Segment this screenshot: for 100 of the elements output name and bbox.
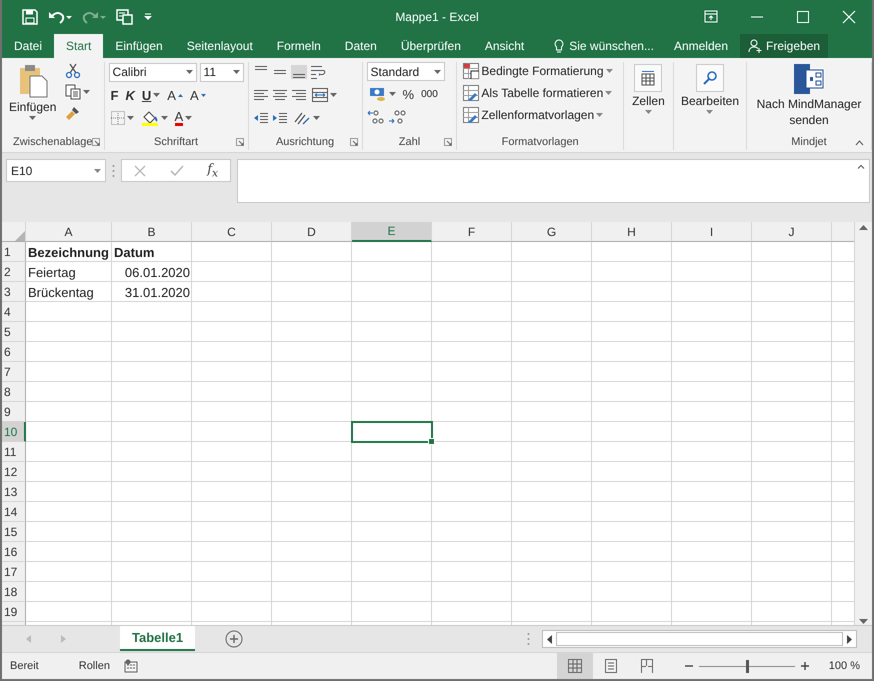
increase-indent-icon[interactable] (272, 111, 288, 125)
italic-button[interactable]: K (123, 86, 137, 104)
row-header[interactable]: 10 (2, 422, 26, 442)
bold-button[interactable]: F (108, 86, 120, 104)
ribbon-tab[interactable]: Einfügen (103, 34, 175, 58)
row-header[interactable]: 9 (2, 402, 26, 422)
column-header[interactable]: A (26, 222, 112, 242)
style-menu-button[interactable]: Bedingte Formatierung (461, 62, 614, 80)
row-header[interactable]: 16 (2, 542, 26, 562)
row-header[interactable]: 8 (2, 382, 26, 402)
row-header[interactable]: 13 (2, 482, 26, 502)
caret-icon[interactable] (330, 93, 337, 97)
table-cell[interactable]: 31.01.2020 (112, 282, 192, 302)
dialog-launcher-icon[interactable] (350, 138, 358, 146)
font-size-dropdown[interactable]: 11 (200, 62, 244, 82)
caret-icon[interactable] (312, 116, 320, 120)
collapse-ribbon-icon[interactable] (855, 140, 864, 146)
caret-icon[interactable] (605, 91, 612, 95)
caret-icon[interactable] (232, 70, 240, 74)
scroll-left-icon[interactable] (546, 634, 552, 644)
dialog-launcher-icon[interactable] (92, 138, 100, 146)
zoom-slider-thumb[interactable] (746, 660, 749, 672)
find-button[interactable]: Bearbeiten (678, 62, 742, 134)
ribbon-tab[interactable]: Seitenlayout (174, 34, 265, 58)
font-name-dropdown[interactable]: Calibri (108, 62, 197, 82)
expand-caret-icon[interactable] (857, 164, 865, 169)
sign-in-link[interactable]: Anmelden (664, 34, 738, 58)
row-header[interactable]: 14 (2, 502, 26, 522)
column-header[interactable]: J (752, 222, 832, 242)
ribbon-tab[interactable]: Datei (2, 34, 54, 58)
row-header[interactable]: 11 (2, 442, 26, 462)
cells-button[interactable]: Zellen (629, 62, 668, 134)
drag-dots-icon[interactable] (112, 164, 115, 178)
column-header[interactable]: I (672, 222, 752, 242)
name-box[interactable]: E10 (6, 159, 106, 182)
column-header[interactable]: C (192, 222, 272, 242)
table-cell[interactable]: Bezeichnung (26, 242, 112, 262)
font-color-button[interactable]: A (172, 110, 194, 126)
view-button[interactable] (556, 653, 593, 679)
close-icon[interactable] (842, 10, 856, 24)
ribbon-tab[interactable]: Daten (332, 34, 389, 58)
save-icon[interactable] (22, 9, 38, 25)
formula-input[interactable] (237, 159, 870, 203)
align-left-icon[interactable] (252, 88, 269, 102)
decrease-decimal-icon[interactable] (388, 109, 406, 125)
column-header[interactable]: E (352, 222, 432, 242)
undo-icon[interactable] (48, 9, 72, 25)
ribbon-display-icon[interactable] (704, 10, 718, 24)
caret-icon[interactable] (29, 116, 36, 120)
row-header[interactable]: 5 (2, 322, 26, 342)
scroll-up-icon[interactable] (859, 224, 868, 230)
align-right-icon[interactable] (290, 88, 307, 102)
row-header[interactable]: 3 (2, 282, 26, 302)
grow-font-button[interactable]: A (165, 86, 185, 104)
zoom-in-icon[interactable] (800, 662, 809, 670)
ribbon-tab[interactable]: Start (54, 34, 104, 58)
selected-cell[interactable] (352, 422, 432, 442)
table-cell[interactable]: Datum (112, 242, 192, 262)
style-menu-button[interactable]: Als Tabelle formatieren (461, 84, 614, 102)
horizontal-scrollbar[interactable] (542, 630, 857, 648)
scroll-right-icon[interactable] (847, 634, 853, 644)
wrap-text-icon[interactable] (310, 65, 326, 79)
row-header[interactable]: 2 (2, 262, 26, 282)
sheet-tab[interactable]: Tabelle1 (120, 626, 196, 650)
caret-icon[interactable] (644, 110, 652, 114)
dialog-launcher-icon[interactable] (236, 138, 244, 146)
record-macro-icon[interactable] (124, 659, 138, 673)
thousands-separator-button[interactable]: 000 (419, 88, 440, 100)
column-header[interactable]: F (432, 222, 512, 242)
table-cell[interactable]: Feiertag (26, 262, 112, 282)
caret-icon[interactable] (606, 69, 612, 73)
caret-icon[interactable] (388, 92, 396, 96)
split-dots-icon[interactable] (527, 632, 530, 646)
row-header[interactable]: 12 (2, 462, 26, 482)
caret-icon[interactable] (83, 90, 90, 94)
row-header[interactable]: 7 (2, 362, 26, 382)
touch-mode-icon[interactable] (116, 9, 134, 25)
column-header[interactable]: D (272, 222, 352, 242)
row-header[interactable]: 4 (2, 302, 26, 322)
merge-button[interactable] (310, 87, 339, 103)
new-sheet-icon[interactable] (225, 630, 244, 648)
copy-button[interactable] (63, 83, 92, 101)
maximize-icon[interactable] (796, 10, 810, 24)
send-to-mindmanager-button[interactable]: Nach MindManager senden (751, 62, 867, 134)
caret-icon[interactable] (706, 110, 714, 114)
table-cell[interactable]: Brückentag (26, 282, 112, 302)
column-header[interactable]: G (512, 222, 592, 242)
tell-me-field[interactable]: Sie wünschen... (544, 34, 664, 58)
percent-button[interactable]: % (400, 86, 416, 102)
style-menu-button[interactable]: Zellenformatvorlagen (461, 106, 614, 124)
ribbon-tab[interactable]: Überprüfen (388, 34, 473, 58)
paste-button[interactable]: Einfügen (6, 62, 60, 134)
shrink-font-button[interactable]: A (188, 86, 208, 104)
align-bottom-icon[interactable] (290, 65, 307, 79)
caret-icon[interactable] (160, 116, 168, 120)
row-header[interactable]: 18 (2, 582, 26, 602)
dialog-launcher-icon[interactable] (444, 138, 452, 146)
row-header[interactable]: 1 (2, 242, 26, 262)
underline-button[interactable]: U (140, 86, 162, 104)
caret-icon[interactable] (186, 70, 193, 74)
